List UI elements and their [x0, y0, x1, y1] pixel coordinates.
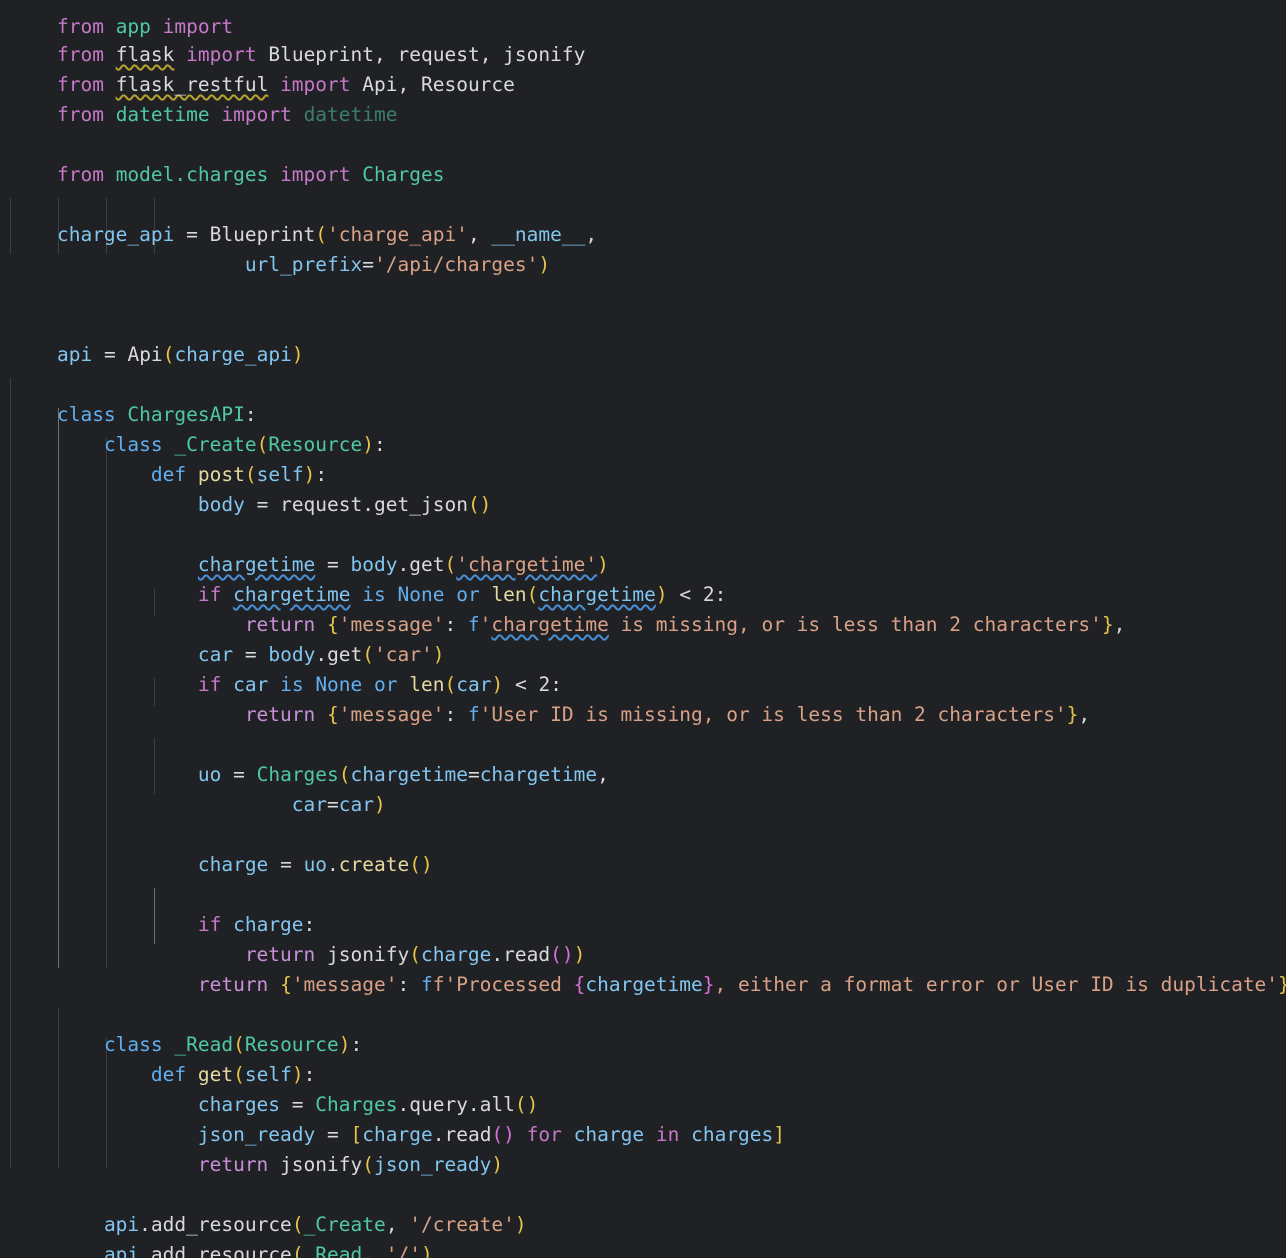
- code-line-41[interactable]: api.add_resource(_Read, '/'): [10, 1210, 433, 1258]
- code-line-3[interactable]: from datetime import datetime: [10, 70, 398, 126]
- token-var-json-ready: json_ready: [374, 1153, 492, 1176]
- code-line-40[interactable]: api.add_resource(_Create, '/create'): [10, 1180, 527, 1236]
- token-keyword-return: return: [197, 1153, 269, 1176]
- code-line-20[interactable]: return {'message': f'chargetime is missi…: [10, 580, 1126, 636]
- token-keyword-in: in: [655, 1123, 680, 1146]
- token-unused-import-datetime: datetime: [303, 103, 398, 126]
- code-line-36[interactable]: charges = Charges.query.all(): [10, 1060, 539, 1116]
- token-keyword-import: import: [221, 103, 292, 126]
- token-keyword-from: from: [56, 163, 104, 186]
- token-string-url-prefix: '/api/charges': [373, 253, 539, 276]
- token-var-api: api: [56, 343, 93, 366]
- code-line-23[interactable]: return {'message': f'User ID is missing,…: [10, 670, 1090, 726]
- code-line-14[interactable]: class _Create(Resource):: [10, 400, 386, 456]
- token-symbol-jsonify: jsonify: [280, 1153, 363, 1176]
- token-fstring-var-chargetime: chargetime: [585, 973, 703, 996]
- token-symbol-charges: Charges: [362, 163, 445, 186]
- code-line-25[interactable]: uo = Charges(chargetime=chargetime,: [10, 730, 609, 786]
- token-symbol-resource: Resource: [420, 73, 515, 96]
- token-var-charge: charge: [573, 1123, 645, 1146]
- code-line-1[interactable]: from flask import Blueprint, request, js…: [10, 10, 585, 66]
- code-line-8[interactable]: url_prefix='/api/charges'): [10, 220, 550, 276]
- code-line-11[interactable]: api = Api(charge_api): [10, 310, 304, 366]
- code-line-28[interactable]: charge = uo.create(): [10, 820, 433, 876]
- code-line-32[interactable]: return {'message': ff'Processed {charget…: [10, 940, 1286, 996]
- code-line-22[interactable]: if car is None or len(car) < 2:: [10, 640, 562, 696]
- token-fstring-userid-missing: 'User ID is missing, or is less than 2 c…: [479, 703, 1067, 726]
- code-line-19[interactable]: if chargetime is None or len(chargetime)…: [10, 550, 726, 606]
- token-fstring-processed-a: f'Processed: [432, 973, 574, 996]
- code-line-30[interactable]: if charge:: [10, 880, 315, 936]
- code-line-26[interactable]: car=car): [10, 760, 386, 816]
- token-keyword-for: for: [526, 1123, 562, 1146]
- token-method-add-resource: add_resource: [150, 1243, 292, 1258]
- code-line-15[interactable]: def post(self):: [10, 430, 327, 486]
- token-kwarg-url-prefix: url_prefix: [244, 253, 363, 276]
- token-keyword-return: return: [244, 703, 316, 726]
- code-line-18[interactable]: chargetime = body.get('chargetime'): [10, 520, 609, 576]
- code-line-5[interactable]: from model.charges import Charges: [10, 130, 444, 186]
- code-line-2[interactable]: from flask_restful import Api, Resource: [10, 40, 515, 96]
- code-line-7[interactable]: charge_api = Blueprint('charge_api', __n…: [10, 190, 597, 246]
- token-kwarg-car: car: [291, 793, 328, 816]
- token-class-read: _Read: [303, 1243, 363, 1258]
- token-symbol-request: request: [280, 493, 363, 516]
- token-method-get-json: get_json: [374, 493, 468, 516]
- token-method-create: create: [338, 853, 410, 876]
- token-fstring-processed-b: , either a format error or User ID is du…: [714, 973, 1279, 996]
- token-var-chargetime: chargetime: [479, 763, 598, 786]
- token-module-model-charges: model.charges: [115, 163, 269, 186]
- token-var-charges: charges: [691, 1123, 774, 1146]
- token-fstring-chargetime-missing: 'chargetime is missing, or is less than …: [479, 613, 1102, 636]
- code-line-37[interactable]: json_ready = [charge.read() for charge i…: [10, 1090, 785, 1146]
- code-line-38[interactable]: return jsonify(json_ready): [10, 1120, 503, 1176]
- code-line-31[interactable]: return jsonify(charge.read()): [10, 910, 586, 966]
- code-line-21[interactable]: car = body.get('car'): [10, 610, 445, 666]
- code-line-34[interactable]: class _Read(Resource):: [10, 1000, 362, 1056]
- token-string-root-path: '/': [385, 1243, 421, 1258]
- token-symbol-api: Api: [127, 343, 163, 366]
- code-line-13[interactable]: class ChargesAPI:: [10, 370, 257, 426]
- token-var-car: car: [338, 793, 374, 816]
- code-line-35[interactable]: def get(self):: [10, 1030, 315, 1086]
- token-var-body: body: [197, 493, 245, 516]
- token-string-message: 'message': [338, 703, 445, 726]
- token-symbol-jsonify: jsonify: [503, 43, 586, 66]
- token-module-datetime: datetime: [115, 103, 210, 126]
- code-line-16[interactable]: body = request.get_json(): [10, 460, 492, 516]
- token-keyword-import: import: [280, 163, 351, 186]
- token-var-charge: charge: [197, 853, 269, 876]
- token-var-charge-api: charge_api: [174, 343, 292, 366]
- token-string-message: 'message': [291, 973, 398, 996]
- token-var-api: api: [103, 1243, 140, 1258]
- token-keyword-from: from: [56, 103, 104, 126]
- token-var-uo: uo: [303, 853, 328, 876]
- code-editor[interactable]: from app import from flask import Bluepr…: [0, 0, 1286, 1258]
- token-keyword-return: return: [197, 973, 269, 996]
